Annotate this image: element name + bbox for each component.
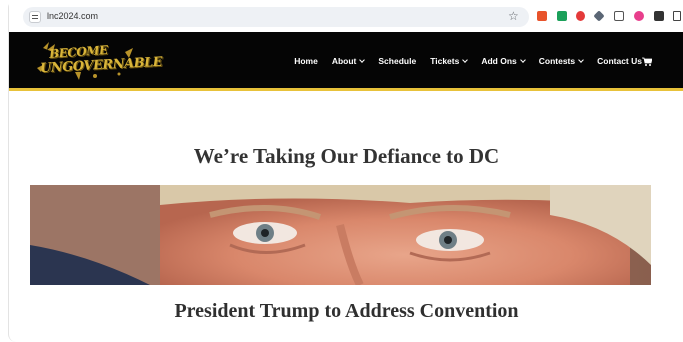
nav-label: About — [331, 56, 357, 66]
site-header: BECOME UNGOVERNABLE Home About Schedule … — [9, 32, 683, 91]
extension-icon[interactable] — [634, 11, 644, 21]
nav-label: Schedule — [378, 56, 417, 66]
extension-icon[interactable] — [593, 10, 605, 22]
nav-home[interactable]: Home — [294, 56, 318, 66]
extension-icon[interactable] — [537, 11, 547, 21]
extension-icon[interactable] — [654, 11, 664, 21]
extension-icon[interactable] — [576, 11, 585, 21]
nav-add-ons[interactable]: Add Ons — [481, 56, 526, 66]
nav-label: Add Ons — [481, 56, 517, 66]
browser-window: lnc2024.com ☆ BECOME UNGOVERNABLE Home A… — [8, 0, 683, 342]
nav-about[interactable]: About — [331, 56, 366, 66]
url-text[interactable]: lnc2024.com — [47, 11, 98, 21]
extension-icon[interactable] — [557, 11, 567, 21]
cart-icon[interactable] — [642, 57, 652, 66]
nav-label: Tickets — [430, 56, 460, 66]
address-bar[interactable]: lnc2024.com ☆ — [23, 7, 529, 27]
hero-image — [30, 185, 651, 285]
extensions-puzzle-icon[interactable] — [673, 11, 681, 21]
site-info-icon[interactable] — [29, 11, 41, 23]
chevron-down-icon — [359, 56, 366, 63]
screenshot-icon[interactable] — [614, 11, 624, 21]
nav-label: Contests — [538, 56, 576, 66]
nav-schedule[interactable]: Schedule — [378, 56, 416, 66]
page-subheadline: President Trump to Address Convention — [174, 300, 519, 322]
browser-toolbar: lnc2024.com ☆ — [9, 0, 683, 32]
nav-label: Contact Us — [597, 56, 642, 66]
chevron-down-icon — [462, 56, 469, 63]
main-nav: Home About Schedule Tickets Add Ons Cont… — [280, 56, 651, 66]
nav-tickets[interactable]: Tickets — [430, 56, 469, 66]
chevron-down-icon — [519, 56, 526, 63]
portrait-closeup — [30, 185, 651, 285]
page-headline: We’re Taking Our Defiance to DC — [193, 144, 500, 168]
nav-label: Home — [294, 56, 318, 66]
chevron-down-icon — [578, 56, 584, 63]
nav-contests[interactable]: Contests — [538, 56, 584, 66]
bookmark-star-icon[interactable]: ☆ — [508, 9, 519, 23]
site-logo[interactable]: BECOME UNGOVERNABLE — [35, 38, 163, 82]
